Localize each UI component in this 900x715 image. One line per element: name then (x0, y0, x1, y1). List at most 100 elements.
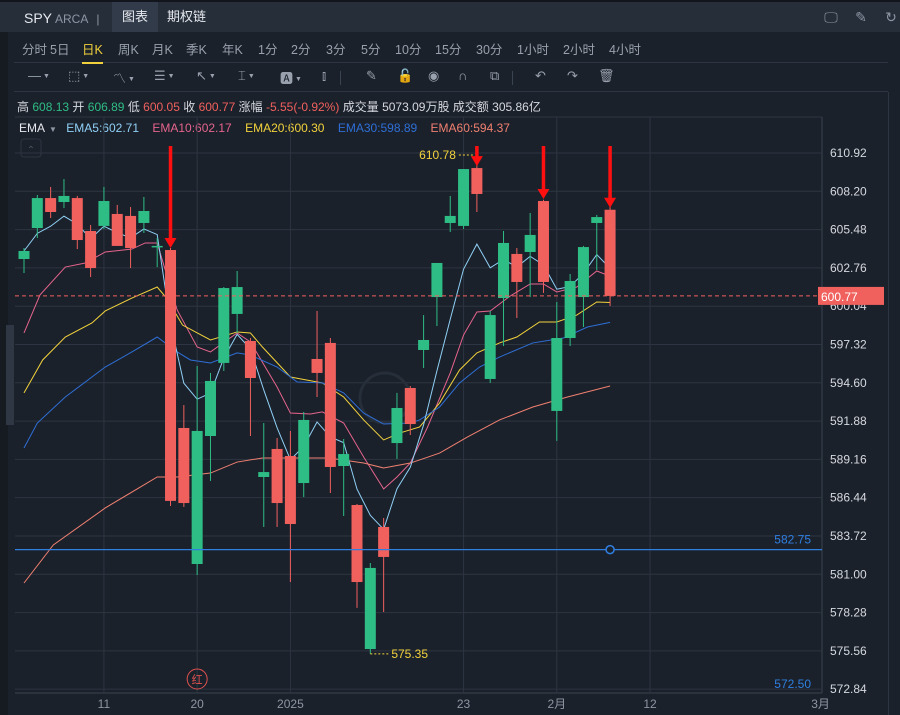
candle[interactable] (191, 366, 203, 575)
tab-options-chain[interactable]: 期权链 (157, 2, 216, 32)
candle[interactable] (18, 248, 30, 273)
timeframe-4[interactable]: 月K (152, 39, 173, 58)
timeframe-9[interactable]: 3分 (326, 39, 345, 58)
timeframe-2[interactable]: 日K (82, 39, 103, 64)
timeframe-10[interactable]: 5分 (361, 39, 380, 58)
indicator-name[interactable]: EMA (19, 121, 45, 135)
timeframe-0[interactable]: 分时 (22, 39, 47, 58)
candle[interactable] (244, 338, 256, 437)
candle[interactable] (324, 338, 336, 494)
timeframe-14[interactable]: 1小时 (517, 39, 549, 58)
redo-icon[interactable]: ↷ (567, 68, 578, 84)
measure-tool-icon[interactable]: ⌶ ▼ (238, 68, 255, 84)
refresh-icon[interactable]: ↻ (882, 8, 900, 26)
pencil-icon[interactable]: ✎ (852, 8, 870, 26)
candle[interactable] (58, 179, 70, 209)
tab-chart[interactable]: 图表 (112, 2, 159, 32)
candle[interactable] (204, 372, 216, 481)
eye-icon[interactable]: ◉ (428, 68, 439, 84)
line-tool-icon[interactable]: — ▼ (28, 68, 50, 83)
undo-icon[interactable]: ↶ (535, 68, 546, 84)
chart-monitor-icon[interactable]: 🖵 (822, 8, 840, 26)
copy-icon[interactable]: ⧉ (490, 68, 499, 84)
arrow-tool-icon[interactable]: ↖ ▼ (196, 68, 216, 84)
candle[interactable] (231, 270, 243, 333)
candle[interactable] (484, 310, 496, 383)
timeframe-7[interactable]: 1分 (258, 39, 277, 58)
candle-body (604, 209, 616, 296)
candle[interactable] (98, 186, 110, 230)
annotation-arrow[interactable] (604, 146, 617, 208)
candle-tool-icon[interactable]: ⫾ (322, 68, 326, 84)
timeframe-13[interactable]: 30分 (476, 39, 502, 58)
candle[interactable] (498, 231, 510, 347)
chevron-down-icon[interactable]: ▼ (49, 125, 57, 134)
candle[interactable] (364, 563, 376, 654)
timeframe-3[interactable]: 周K (118, 39, 139, 58)
annotation-arrow[interactable] (537, 146, 550, 200)
candle[interactable] (165, 248, 177, 506)
candle[interactable] (284, 430, 296, 583)
candle[interactable] (125, 207, 137, 269)
annotation-arrow[interactable] (470, 146, 483, 167)
candle[interactable] (604, 192, 616, 307)
timeframe-15[interactable]: 2小时 (563, 39, 595, 58)
timeframe-6[interactable]: 年K (222, 39, 243, 58)
candle[interactable] (524, 212, 536, 298)
right-side-panel (888, 92, 900, 715)
candle[interactable] (85, 224, 97, 278)
timeframe-5[interactable]: 季K (186, 39, 207, 58)
candle[interactable] (577, 245, 589, 328)
candle[interactable] (311, 310, 323, 398)
lock-icon[interactable]: 🔓 (397, 68, 413, 84)
candle[interactable] (564, 273, 576, 347)
timeframe-12[interactable]: 15分 (435, 39, 461, 58)
chevron-up-icon[interactable]: ⌃ (27, 145, 35, 156)
timeframe-16[interactable]: 4小时 (609, 39, 641, 58)
candle[interactable] (404, 386, 416, 436)
candle[interactable] (271, 437, 283, 527)
candle[interactable] (31, 194, 43, 239)
fibonacci-tool-icon[interactable]: ☰ ▼ (154, 68, 175, 84)
timeframe-bar: 分时 5日 日K 周K 月K 季K 年K 1分 2分 3分 5分 10分 15分 30分 1小时 2小时 4小时 (14, 32, 888, 64)
candle[interactable] (431, 262, 443, 327)
annotation-arrow[interactable] (164, 146, 177, 249)
magnet-icon[interactable]: ∩ (458, 68, 467, 83)
candle[interactable] (298, 411, 310, 497)
timeframe-11[interactable]: 10分 (395, 39, 421, 58)
timeframe-1[interactable]: 5日 (50, 39, 69, 58)
text-tool-icon[interactable]: 🅰 ▼ (280, 68, 302, 87)
candle[interactable] (45, 186, 57, 219)
candle[interactable] (444, 195, 456, 232)
candle[interactable] (138, 196, 150, 233)
candle[interactable] (111, 204, 123, 246)
timeframe-8[interactable]: 2分 (291, 39, 310, 58)
line-handle[interactable] (605, 544, 615, 555)
drawing-toolbar: — ▼ ⬚ ▼ 〽 ▼ ☰ ▼ ↖ ▼ ⌶ ▼ 🅰 ▼ ⫾ ✎ 🔓 ◉ ∩ ⧉ ↶ ↷ 🗑 (14, 63, 888, 92)
candle[interactable] (258, 423, 270, 527)
candle[interactable] (151, 238, 163, 268)
candle[interactable] (338, 438, 350, 516)
candle[interactable] (218, 287, 230, 371)
candle[interactable] (471, 154, 483, 212)
collapse-button[interactable] (20, 138, 42, 158)
arrow-head (164, 238, 177, 249)
candle[interactable] (378, 517, 390, 613)
candle[interactable] (458, 169, 470, 230)
candle[interactable] (551, 301, 563, 441)
trash-icon[interactable]: 🗑 (598, 68, 615, 84)
candle[interactable] (537, 199, 549, 293)
pen-icon[interactable]: ✎ (366, 68, 377, 84)
rectangle-tool-icon[interactable]: ⬚ ▼ (68, 68, 89, 84)
candle[interactable] (178, 405, 190, 507)
event-marker[interactable] (186, 668, 208, 690)
candle[interactable] (391, 392, 403, 459)
candle[interactable] (511, 248, 523, 319)
candle[interactable] (418, 315, 430, 369)
candle[interactable] (591, 214, 603, 271)
candle-body (125, 215, 137, 249)
candle[interactable] (351, 504, 363, 608)
candle-body (537, 201, 549, 282)
pattern-tool-icon[interactable]: 〽 ▼ (113, 68, 135, 87)
candle[interactable] (71, 195, 83, 250)
